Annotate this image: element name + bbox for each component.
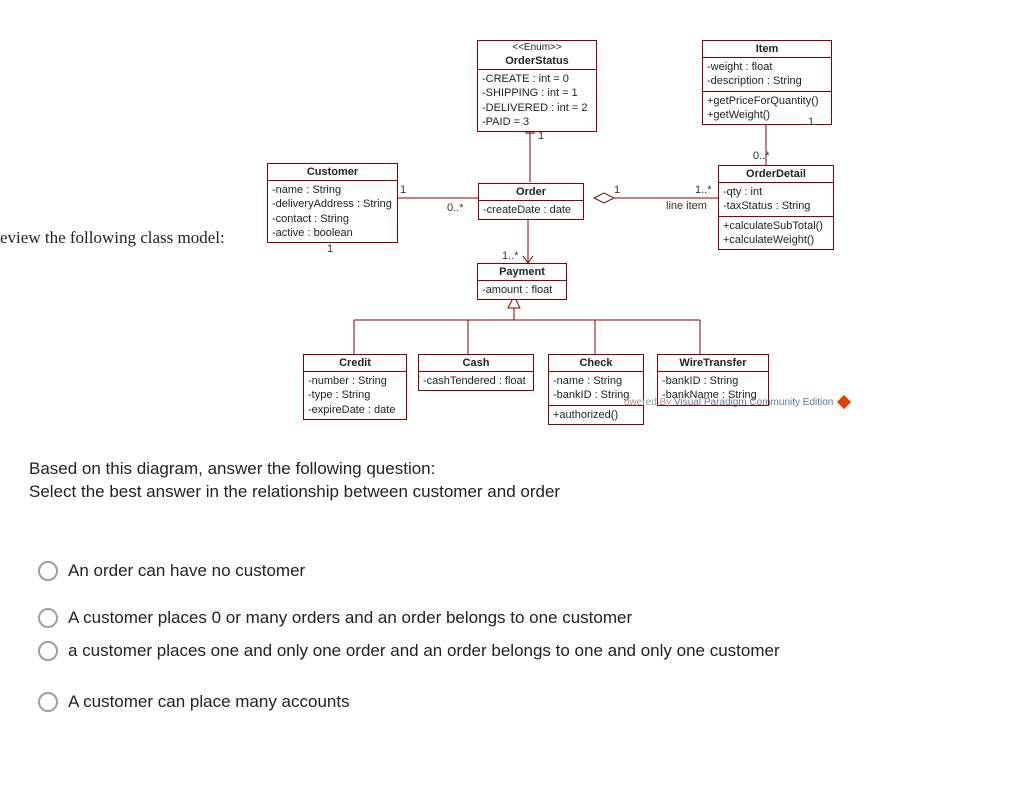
watermark: owered By Visual Paradigm Community Edit… xyxy=(624,397,849,408)
attr: -name : String xyxy=(553,374,639,388)
prompt-line2: Select the best answer in the relationsh… xyxy=(29,481,560,504)
mult-1star: 1..* xyxy=(695,184,712,196)
attr: -createDate : date xyxy=(483,203,579,217)
attr: -qty : int xyxy=(723,185,829,199)
mult-0star: 0..* xyxy=(753,150,770,162)
mult-1: 1 xyxy=(400,184,406,196)
attr: -amount : float xyxy=(482,283,562,297)
option-d[interactable]: A customer can place many accounts xyxy=(38,691,938,714)
class-orderdetail: OrderDetail -qty : int -taxStatus : Stri… xyxy=(718,165,834,250)
class-title: Item xyxy=(703,41,831,58)
op: +calculateSubTotal() xyxy=(723,219,829,233)
option-a[interactable]: An order can have no customer xyxy=(38,560,938,583)
class-title: OrderDetail xyxy=(719,166,833,183)
mult-1star: 1..* xyxy=(502,250,519,262)
option-c-text: a customer places one and only one order… xyxy=(68,640,780,663)
option-d-text: A customer can place many accounts xyxy=(68,691,350,714)
op: +calculateWeight() xyxy=(723,233,829,247)
attr: -bankID : String xyxy=(662,374,764,388)
attr: -active : boolean xyxy=(272,226,393,240)
mult-1: 1 xyxy=(808,116,814,128)
option-b-text: A customer places 0 or many orders and a… xyxy=(68,607,632,630)
class-item: Item -weight : float -description : Stri… xyxy=(702,40,832,125)
attr: -type : String xyxy=(308,388,402,402)
option-a-text: An order can have no customer xyxy=(68,560,305,583)
class-order: Order -createDate : date xyxy=(478,183,584,220)
mult-1: 1 xyxy=(327,243,333,255)
stereotype: <<Enum>> xyxy=(478,41,596,53)
attr: -name : String xyxy=(272,183,393,197)
intro-text: eview the following class model: xyxy=(0,228,225,248)
class-title: OrderStatus xyxy=(478,53,596,70)
op: +authorized() xyxy=(553,408,639,422)
option-b[interactable]: A customer places 0 or many orders and a… xyxy=(38,607,938,630)
option-c[interactable]: a customer places one and only one order… xyxy=(38,640,938,663)
enum-val: -CREATE : int = 0 xyxy=(482,72,592,86)
enum-val: -PAID = 3 xyxy=(482,115,592,129)
answer-options: An order can have no customer A customer… xyxy=(38,560,938,738)
class-orderstatus: <<Enum>> OrderStatus -CREATE : int = 0 -… xyxy=(477,40,597,132)
class-cash: Cash -cashTendered : float xyxy=(418,354,534,391)
class-title: Payment xyxy=(478,264,566,281)
watermark-left: owered By xyxy=(624,397,671,408)
class-title: Customer xyxy=(268,164,397,181)
class-title: WireTransfer xyxy=(658,355,768,372)
class-title: Order xyxy=(479,184,583,201)
role-line-item: line item xyxy=(666,200,707,212)
op: +getPriceForQuantity() xyxy=(707,94,827,108)
enum-val: -SHIPPING : int = 1 xyxy=(482,86,592,100)
attr: -deliveryAddress : String xyxy=(272,197,393,211)
class-credit: Credit -number : String -type : String -… xyxy=(303,354,407,420)
class-title: Credit xyxy=(304,355,406,372)
class-title: Check xyxy=(549,355,643,372)
attr: -number : String xyxy=(308,374,402,388)
class-payment: Payment -amount : float xyxy=(477,263,567,300)
watermark-right: Visual Paradigm Community Edition xyxy=(674,397,833,408)
mult-1: 1 xyxy=(538,130,544,142)
prompt-line1: Based on this diagram, answer the follow… xyxy=(29,458,560,481)
mult-0star: 0..* xyxy=(447,202,464,214)
radio-icon[interactable] xyxy=(38,692,58,712)
class-title: Cash xyxy=(419,355,533,372)
attr: -description : String xyxy=(707,74,827,88)
attr: -expireDate : date xyxy=(308,403,402,417)
enum-val: -DELIVERED : int = 2 xyxy=(482,101,592,115)
vp-logo-icon xyxy=(837,395,851,409)
attr: -contact : String xyxy=(272,212,393,226)
mult-1: 1 xyxy=(614,184,620,196)
radio-icon[interactable] xyxy=(38,641,58,661)
question-prompt: Based on this diagram, answer the follow… xyxy=(29,458,560,504)
class-check: Check -name : String -bankID : String +a… xyxy=(548,354,644,425)
attr: -cashTendered : float xyxy=(423,374,529,388)
radio-icon[interactable] xyxy=(38,608,58,628)
class-customer: Customer -name : String -deliveryAddress… xyxy=(267,163,398,243)
radio-icon[interactable] xyxy=(38,561,58,581)
attr: -taxStatus : String xyxy=(723,199,829,213)
attr: -weight : float xyxy=(707,60,827,74)
